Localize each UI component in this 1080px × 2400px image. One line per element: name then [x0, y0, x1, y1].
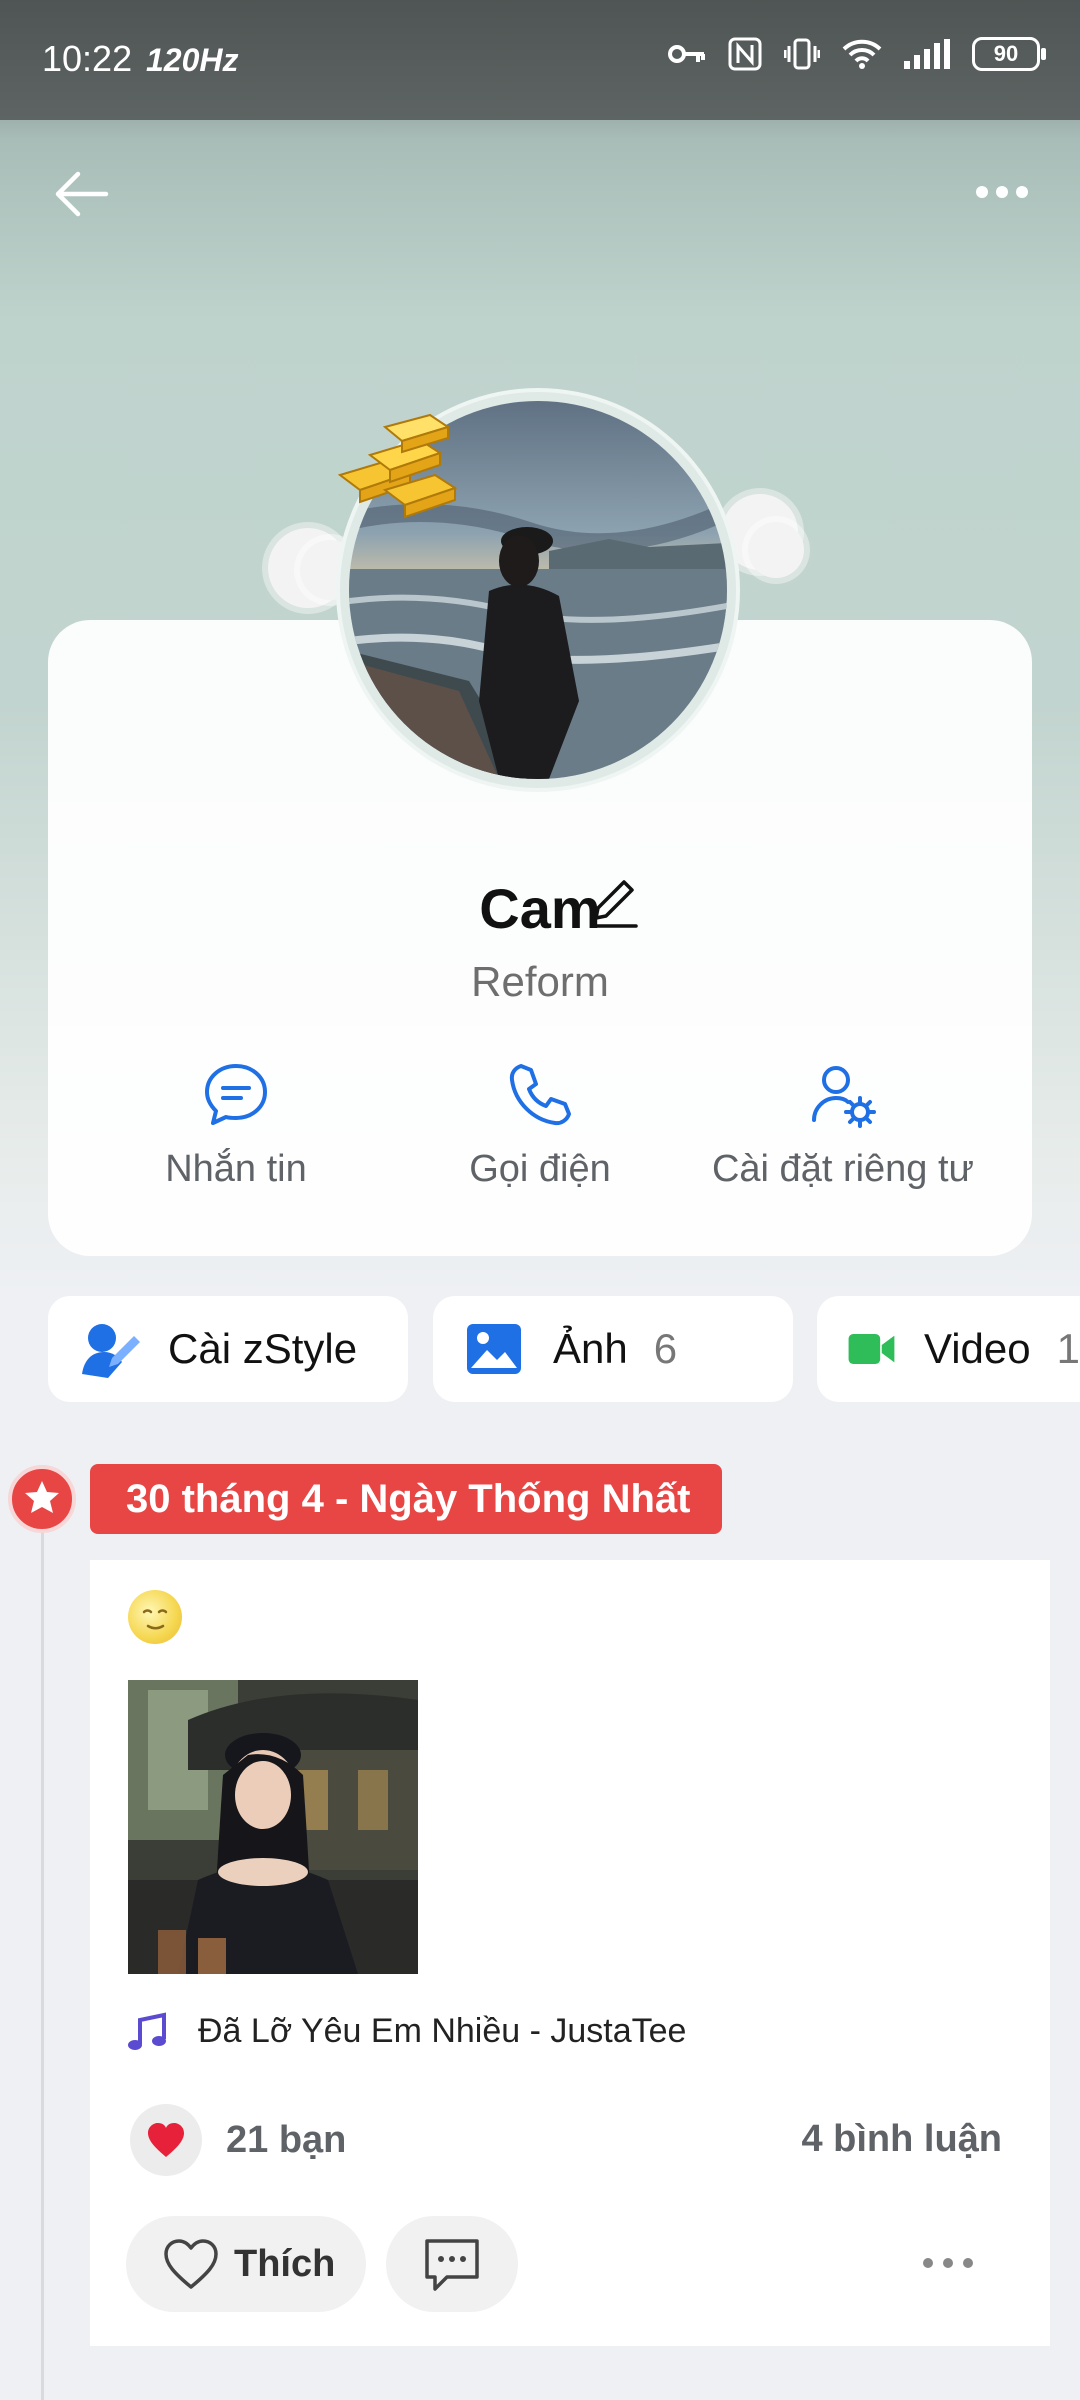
chat-icon	[205, 1064, 267, 1125]
comments-count[interactable]: 4 bình luận	[801, 2118, 1002, 2161]
vibrate-icon	[784, 38, 820, 70]
call-button[interactable]: Gọi điện	[390, 1060, 690, 1191]
timeline-line	[41, 1500, 44, 2400]
photos-chip[interactable]: Ảnh 6	[433, 1296, 793, 1402]
star-icon	[8, 1465, 76, 1533]
profile-subtitle: Reform	[471, 958, 609, 1005]
call-label: Gọi điện	[469, 1148, 611, 1190]
battery-level: 90	[993, 41, 1019, 66]
more-options-icon[interactable]	[972, 172, 1032, 212]
photos-count: 6	[653, 1325, 678, 1372]
privacy-settings-button[interactable]: Cài đặt riêng tư	[693, 1060, 993, 1191]
privacy-label: Cài đặt riêng tư	[711, 1148, 974, 1190]
videos-label: Video	[923, 1325, 1031, 1372]
message-label: Nhắn tin	[165, 1148, 307, 1190]
videos-chip[interactable]: Video 1	[817, 1296, 1080, 1402]
music-note-icon	[128, 2012, 166, 2051]
key-icon	[668, 45, 705, 63]
post-more-icon[interactable]	[918, 2248, 978, 2278]
refresh-rate: 120Hz	[146, 42, 239, 78]
status-icons: 90	[668, 36, 1046, 72]
comment-icon	[425, 2239, 479, 2291]
wifi-icon	[842, 39, 882, 69]
zstyle-label: Cài zStyle	[168, 1325, 358, 1372]
phone-icon	[509, 1064, 571, 1126]
reactions-summary[interactable]: 21 bạn	[130, 2104, 346, 2176]
nfc-icon	[728, 37, 762, 71]
event-banner: 30 tháng 4 - Ngày Thống Nhất	[90, 1464, 722, 1534]
back-arrow-icon[interactable]	[50, 162, 114, 226]
status-bar: 10:22 120Hz 90	[0, 0, 1080, 120]
cloud-decoration-right-2	[748, 522, 804, 578]
zstyle-icon	[82, 1324, 140, 1378]
zstyle-chip[interactable]: Cài zStyle	[48, 1296, 408, 1402]
profile-name: Cam	[479, 877, 601, 940]
music-title: Đã Lỡ Yêu Em Nhiều - JustaTee	[198, 2012, 687, 2050]
user-settings-icon	[812, 1066, 876, 1128]
video-icon	[848, 1333, 895, 1365]
comment-button[interactable]	[386, 2216, 518, 2312]
profile-name-row: Cam	[0, 876, 1080, 941]
post-music[interactable]: Đã Lỡ Yêu Em Nhiều - JustaTee	[126, 2012, 686, 2054]
heart-outline-icon	[164, 2239, 218, 2289]
post-photo[interactable]	[128, 1680, 418, 1974]
signal-icon	[904, 39, 950, 69]
like-label: Thích	[234, 2242, 336, 2285]
battery-icon: 90	[972, 37, 1046, 71]
heart-reaction-icon	[130, 2104, 202, 2176]
videos-count: 1	[1056, 1325, 1080, 1372]
post-photo-image	[128, 1680, 418, 1974]
moon-face-emoji-icon	[128, 1590, 182, 1644]
photos-label: Ảnh	[553, 1325, 628, 1372]
message-button[interactable]: Nhắn tin	[86, 1060, 386, 1191]
status-time: 10:22	[42, 38, 133, 79]
edit-name-icon[interactable]	[584, 872, 644, 932]
likes-count: 21 bạn	[226, 2118, 347, 2161]
like-button[interactable]: Thích	[126, 2216, 366, 2312]
gold-bars-decoration	[337, 413, 458, 519]
image-icon	[467, 1324, 521, 1374]
